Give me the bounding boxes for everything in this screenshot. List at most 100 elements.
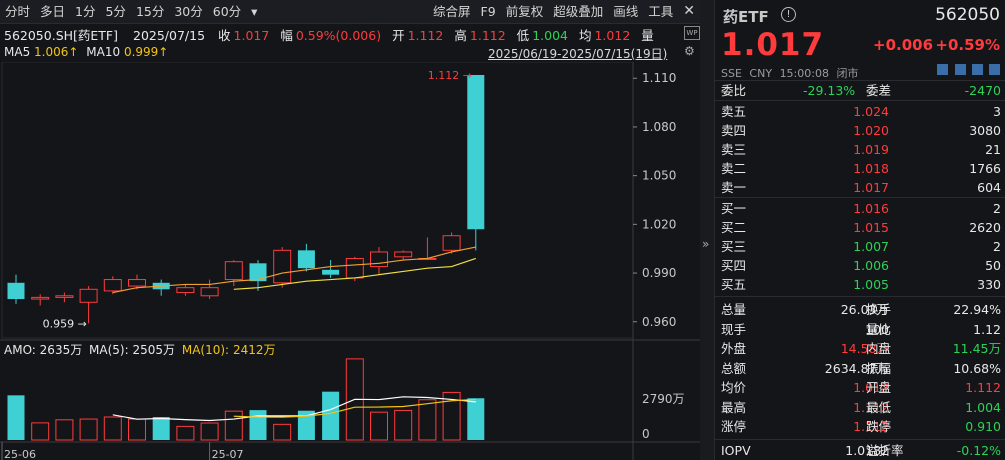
ask-volume: 3080	[969, 123, 1001, 138]
stats-row: 现手 100 量比 1.12	[721, 320, 1001, 339]
stat-label: 总量	[721, 302, 747, 317]
bid-price: 1.015	[853, 220, 889, 235]
y-tick-label: 1.080	[642, 120, 676, 134]
ask-level-label: 卖二	[721, 161, 747, 176]
candle-body	[200, 287, 219, 297]
volume-bar	[467, 398, 485, 440]
x-tick-label: 25-06	[4, 448, 36, 460]
bid-level-label: 买二	[721, 220, 747, 235]
stat-value: 1.112	[965, 380, 1001, 395]
bid-volume: 330	[977, 277, 1001, 292]
quote-panel: 药ETF ! 562050 1.017 +0.006 +0.59% SSE CN…	[714, 0, 1005, 460]
tab-intraday[interactable]: 分时	[0, 0, 35, 23]
kline-chart[interactable]: 1.110 1.080 1.050 1.020 0.990 0.960 1.112 → 0.…	[0, 62, 700, 460]
close-icon[interactable]: ✕	[678, 0, 700, 23]
volume-bar	[55, 419, 74, 441]
ask-volume: 604	[977, 180, 1001, 195]
volume-bar	[273, 423, 292, 441]
iopv-row: IOPV 1.0182 溢折率 -0.12%	[721, 443, 1001, 458]
high-annotation: 1.112 →	[428, 69, 472, 82]
candle-body	[31, 296, 50, 300]
settings-icon[interactable]: ⚙	[684, 44, 695, 58]
date-range[interactable]: 2025/06/19-2025/07/15(19日)	[488, 45, 667, 62]
open-value: 1.112	[407, 28, 444, 43]
bid-volume: 50	[985, 258, 1001, 273]
stat-label: 内盘	[866, 341, 892, 356]
security-code-large: 562050	[935, 5, 1000, 25]
stat-value: 0.910	[965, 419, 1001, 434]
tab-1min[interactable]: 1分	[70, 0, 100, 23]
candle-body	[297, 250, 315, 269]
pct-change: +0.59%	[935, 36, 1000, 54]
composite-screen-button[interactable]: 综合屏	[428, 0, 476, 23]
candle-body	[394, 251, 413, 258]
tab-30min[interactable]: 30分	[169, 0, 207, 23]
ask-row[interactable]: 卖二 1.018 1766	[721, 159, 1001, 178]
stat-value: 11.45万	[952, 341, 1001, 356]
more-icon[interactable]	[989, 64, 1000, 75]
ask-row[interactable]: 卖四 1.020 3080	[721, 121, 1001, 140]
tab-multiday[interactable]: 多日	[35, 0, 70, 23]
stat-label: 换手	[866, 302, 892, 317]
bid-price: 1.007	[853, 239, 889, 254]
f9-button[interactable]: F9	[476, 0, 501, 23]
overlay-button[interactable]: 超级叠加	[548, 0, 608, 23]
tools-button[interactable]: 工具	[643, 0, 678, 23]
volume-bar	[200, 422, 219, 441]
tab-15min[interactable]: 15分	[131, 0, 169, 23]
volume-bar	[224, 410, 243, 441]
chevron-right-icon: »	[702, 237, 710, 251]
tab-5min[interactable]: 5分	[100, 0, 130, 23]
bid-row[interactable]: 买三 1.007 2	[721, 237, 1001, 256]
draw-line-button[interactable]: 画线	[608, 0, 643, 23]
y-axis: 1.110 1.080 1.050 1.020 0.990 0.960	[633, 71, 676, 329]
stats-row: 外盘 14.58万 内盘 11.45万	[721, 339, 1001, 358]
volume-bar	[322, 391, 340, 440]
candle-body	[273, 249, 292, 284]
adjust-button[interactable]: 前复权	[501, 0, 549, 23]
premium-value: -0.12%	[956, 443, 1001, 458]
bar-date: 2025/07/15	[133, 28, 206, 43]
ask-row[interactable]: 卖三 1.019 21	[721, 140, 1001, 159]
candle-body	[322, 269, 340, 275]
stat-value: 1.004	[965, 399, 1001, 415]
ask-row[interactable]: 卖五 1.024 3	[721, 102, 1001, 121]
amo-value: 2635万	[39, 343, 83, 357]
stat-value: 22.94%	[953, 302, 1001, 317]
stat-label: 现手	[721, 321, 747, 337]
panel-toggle[interactable]: »	[700, 0, 714, 460]
tab-60min[interactable]: 60分	[208, 0, 246, 23]
stat-label: 量比	[866, 321, 892, 337]
ask-price: 1.019	[853, 142, 889, 157]
vol-tick-label: 0	[642, 427, 650, 441]
pencil-icon[interactable]	[937, 64, 949, 75]
volume-bar	[79, 418, 98, 441]
info-icon[interactable]: !	[781, 7, 796, 22]
bid-row[interactable]: 买四 1.006 50	[721, 256, 1001, 275]
ask-row[interactable]: 卖一 1.017 604	[721, 178, 1001, 197]
candle-body	[224, 261, 243, 281]
ask-price: 1.018	[853, 161, 889, 176]
stat-label: 总额	[721, 360, 747, 376]
security-code: 562050.SH[药ETF]	[4, 28, 119, 43]
share-icon[interactable]	[954, 64, 966, 75]
volume-label: 量	[641, 28, 654, 43]
volume-bar	[152, 417, 170, 440]
ma-lines	[112, 246, 476, 294]
bid-row[interactable]: 买五 1.005 330	[721, 275, 1001, 294]
candles	[7, 74, 485, 324]
wp-badge-icon[interactable]: WP	[684, 26, 700, 40]
candle-body	[79, 288, 98, 303]
bid-volume: 2	[993, 201, 1001, 216]
bid-row[interactable]: 买一 1.016 2	[721, 199, 1001, 218]
volume-bar	[128, 418, 146, 441]
bid-row[interactable]: 买二 1.015 2620	[721, 218, 1001, 237]
market-status-line: SSE CNY 15:00:08 闭市	[721, 67, 859, 80]
volume-bar	[394, 409, 413, 441]
ask-price: 1.017	[853, 180, 889, 195]
bid-level-label: 买五	[721, 277, 747, 292]
period-dropdown-icon[interactable]: ▾	[246, 0, 262, 23]
layout-icon[interactable]	[971, 64, 983, 75]
bid-price: 1.016	[853, 201, 889, 216]
bid-price: 1.005	[853, 277, 889, 292]
